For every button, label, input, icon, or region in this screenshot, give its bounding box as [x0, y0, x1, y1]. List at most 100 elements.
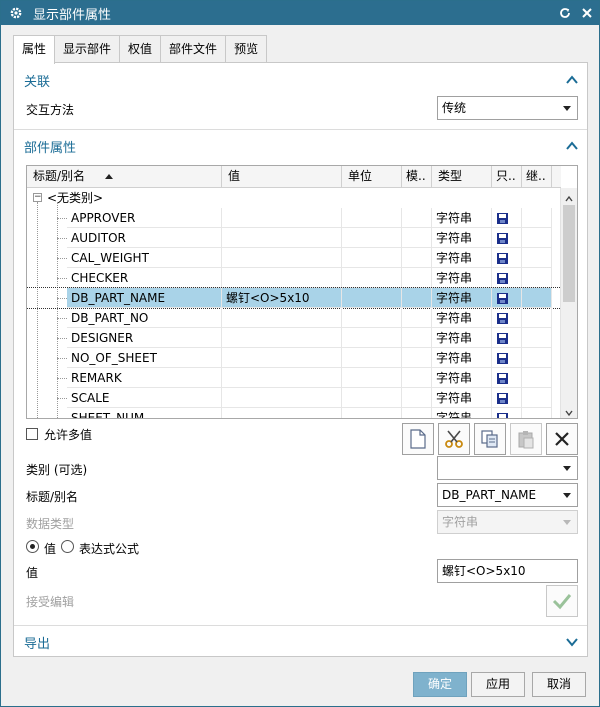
cancel-button[interactable]: 取消 [532, 672, 586, 697]
cell-readonly [492, 288, 522, 308]
table-scrollbar[interactable] [560, 188, 577, 418]
cell-type: 字符串 [432, 328, 492, 348]
scrollbar-thumb[interactable] [563, 205, 575, 302]
save-disk-icon[interactable] [497, 213, 508, 224]
category-select[interactable] [437, 456, 578, 480]
table-row[interactable]: APPROVER 字符串 [27, 208, 561, 228]
table-row[interactable]: NO_OF_SHEET 字符串 [27, 348, 561, 368]
allow-multi-value-checkbox[interactable] [26, 428, 38, 440]
cell-unit [342, 348, 402, 368]
gear-icon [9, 6, 23, 20]
column-header-mode[interactable]: 模.. [402, 166, 432, 188]
tab-preview[interactable]: 预览 [225, 35, 268, 63]
cell-type: 字符串 [432, 228, 492, 248]
paste-button[interactable] [510, 423, 542, 455]
attributes-table[interactable]: 标题/别名 值 单位 模.. 类型 只.. 继.. − <无类别> APPROV… [26, 165, 578, 419]
data-type-label: 数据类型 [26, 517, 75, 531]
cut-button[interactable] [438, 423, 470, 455]
title-alias-select[interactable]: DB_PART_NAME [437, 483, 578, 507]
delete-button[interactable] [546, 423, 578, 455]
cell-inherit [522, 248, 552, 268]
tab-display-part[interactable]: 显示部件 [54, 35, 121, 63]
export-section-header[interactable]: 导出 [14, 627, 587, 657]
column-header-value[interactable]: 值 [222, 166, 342, 188]
chevron-up-icon[interactable] [565, 73, 579, 87]
table-row[interactable]: CAL_WEIGHT 字符串 [27, 248, 561, 268]
interaction-method-label: 交互方法 [26, 103, 75, 117]
tab-part-file[interactable]: 部件文件 [160, 35, 227, 63]
cell-readonly [492, 348, 522, 368]
column-header-readonly[interactable]: 只.. [492, 166, 522, 188]
cell-unit [342, 368, 402, 388]
tab-bar: 属性 显示部件 权值 部件文件 预览 [13, 35, 268, 64]
chevron-down-icon [563, 106, 571, 111]
paste-icon [518, 431, 534, 449]
table-row[interactable]: SHEET_NUM 字符串 [27, 408, 561, 418]
save-disk-icon[interactable] [497, 393, 508, 404]
cell-inherit [522, 348, 552, 368]
table-row[interactable]: DESIGNER 字符串 [27, 328, 561, 348]
cell-readonly [492, 328, 522, 348]
cell-type: 字符串 [432, 208, 492, 228]
column-header-unit[interactable]: 单位 [342, 166, 402, 188]
value-input[interactable]: 螺钉<O>5x10 [437, 559, 578, 583]
cell-title: CAL_WEIGHT [67, 248, 222, 268]
group-row[interactable]: − <无类别> [27, 188, 561, 208]
interaction-method-select[interactable]: 传统 [437, 96, 578, 120]
table-row[interactable]: DB_PART_NO 字符串 [27, 308, 561, 328]
chevron-up-icon[interactable] [565, 139, 579, 153]
reset-icon[interactable] [557, 5, 573, 21]
save-disk-icon[interactable] [497, 253, 508, 264]
chevron-down-icon[interactable] [565, 635, 579, 649]
column-header-type[interactable]: 类型 [432, 166, 492, 188]
cell-unit [342, 408, 402, 418]
cell-type: 字符串 [432, 368, 492, 388]
tab-weight[interactable]: 权值 [119, 35, 162, 63]
save-disk-icon[interactable] [497, 313, 508, 324]
table-row[interactable]: AUDITOR 字符串 [27, 228, 561, 248]
scroll-up-icon[interactable] [565, 192, 573, 202]
association-section-header[interactable]: 关联 [14, 65, 587, 95]
apply-button[interactable]: 应用 [471, 672, 525, 697]
save-disk-icon[interactable] [497, 233, 508, 244]
value-radio[interactable] [26, 540, 39, 553]
cell-inherit [522, 328, 552, 348]
table-row[interactable]: SCALE 字符串 [27, 388, 561, 408]
cell-value [222, 248, 342, 268]
table-row[interactable]: CHECKER 字符串 [27, 268, 561, 288]
expression-radio[interactable] [61, 540, 74, 553]
table-row[interactable]: REMARK 字符串 [27, 368, 561, 388]
tree-guide [57, 298, 67, 299]
cell-mode [402, 388, 432, 408]
value-radio-label: 值 [44, 542, 57, 556]
save-disk-icon[interactable] [497, 373, 508, 384]
ok-button[interactable]: 确定 [413, 672, 467, 697]
expression-radio-label: 表达式公式 [79, 542, 140, 556]
cell-unit [342, 288, 402, 308]
column-header-title[interactable]: 标题/别名 [27, 166, 222, 188]
save-disk-icon[interactable] [497, 333, 508, 344]
new-attribute-button[interactable] [402, 423, 434, 455]
cell-type: 字符串 [432, 268, 492, 288]
part-attributes-section-header[interactable]: 部件属性 [14, 131, 587, 161]
accept-edit-button[interactable] [546, 585, 578, 617]
close-icon[interactable] [579, 5, 595, 21]
tab-attributes[interactable]: 属性 [13, 35, 56, 64]
cell-mode [402, 328, 432, 348]
save-disk-icon[interactable] [497, 293, 508, 304]
tree-guide [57, 338, 67, 339]
column-header-inherit[interactable]: 继.. [522, 166, 552, 188]
tree-guide [57, 258, 67, 259]
save-disk-icon[interactable] [497, 353, 508, 364]
cell-type: 字符串 [432, 248, 492, 268]
cell-inherit [522, 288, 552, 308]
collapse-icon[interactable]: − [33, 193, 42, 202]
scroll-down-icon[interactable] [565, 406, 573, 417]
save-disk-icon[interactable] [497, 413, 508, 418]
table-row[interactable]: DB_PART_NAME 螺钉<O>5x10 字符串 [27, 287, 561, 309]
category-label: 类别 (可选) [26, 463, 88, 477]
window-title: 显示部件属性 [33, 7, 112, 23]
attributes-panel: 关联 交互方法 传统 部件属性 标题/别名 值 单位 模.. 类型 只.. 继.… [13, 62, 588, 657]
copy-button[interactable] [474, 423, 506, 455]
save-disk-icon[interactable] [497, 273, 508, 284]
